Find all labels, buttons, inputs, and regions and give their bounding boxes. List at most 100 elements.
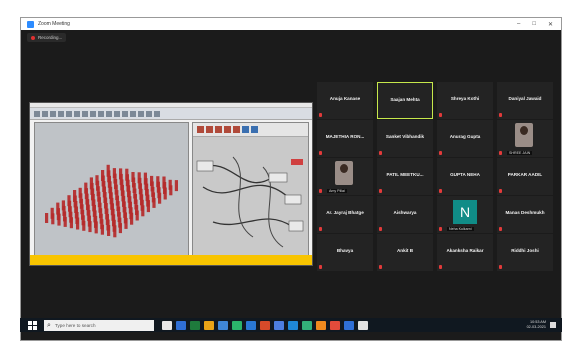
participant-name: PATIL MEETKU... [386, 172, 424, 177]
taskbar-app-icon[interactable] [358, 320, 368, 330]
participant-name: MAJETHIA RON... [325, 134, 365, 139]
recording-label: Recording... [38, 35, 63, 40]
pillar [162, 176, 166, 189]
participant-tile[interactable]: Riddhi Joshi [497, 234, 553, 271]
participant-tile[interactable]: Ankit B [377, 234, 433, 271]
windows-taskbar: ⌕ Type here to search 10:53 AM 02-03-202… [20, 318, 562, 332]
participant-tile[interactable]: Manas Deshmukh [497, 196, 553, 233]
pillar [112, 168, 116, 179]
participant-name: Manas Deshmukh [505, 210, 545, 215]
participant-tile[interactable]: Sanket Vibhandik [377, 120, 433, 157]
participant-tile[interactable]: Shreya Kothi [437, 82, 493, 119]
participant-name: Ankit B [396, 248, 414, 253]
participant-tile[interactable]: Ar. Jayraj Bhatge [317, 196, 373, 233]
window-controls: – □ ✕ [517, 21, 553, 28]
participant-name: Sanket Vibhandik [385, 134, 425, 139]
taskbar-app-icon[interactable] [204, 320, 214, 330]
pillar [73, 190, 77, 202]
maximize-button[interactable]: □ [532, 21, 536, 28]
participant-video-label: Amy Pillai [327, 189, 347, 193]
muted-mic-icon [499, 189, 502, 193]
taskbar-app-icon[interactable] [190, 320, 200, 330]
shared-app-toolbar [30, 108, 312, 120]
taskbar-app-icon[interactable] [330, 320, 340, 330]
close-button[interactable]: ✕ [548, 21, 553, 28]
pillar [56, 202, 60, 215]
pillar [137, 172, 141, 184]
zoom-window: Zoom Meeting – □ ✕ Recording... Anuja Ka… [20, 17, 562, 341]
pillar [156, 176, 160, 188]
participant-tile[interactable]: Saajan Mehta [377, 82, 433, 119]
taskbar-search-input[interactable]: ⌕ Type here to search [44, 319, 154, 331]
search-icon: ⌕ [47, 321, 51, 329]
participant-name: Anurag Gupta [449, 134, 481, 139]
taskbar-app-icon[interactable] [260, 320, 270, 330]
participant-tile[interactable]: PATIL MEETKU... [377, 158, 433, 195]
window-title: Zoom Meeting [38, 21, 70, 27]
participant-tile[interactable]: N Neha Kulkarni [437, 196, 493, 233]
participant-video [335, 161, 353, 185]
muted-mic-icon [319, 189, 322, 193]
minimize-button[interactable]: – [517, 21, 520, 28]
participant-name: PARKAR AADIL [507, 172, 543, 177]
participant-tile[interactable]: Anurag Gupta [437, 120, 493, 157]
participant-tile[interactable]: Akanksha Raikar [437, 234, 493, 271]
grasshopper-toolbar [193, 123, 308, 137]
muted-mic-icon [319, 113, 322, 117]
participant-tile[interactable]: Anuja Kanase [317, 82, 373, 119]
grasshopper-node-graph [196, 156, 304, 248]
participant-name: Bhavya [336, 248, 354, 253]
participant-tile[interactable]: MAJETHIA RON... [317, 120, 373, 157]
participant-tile[interactable]: PARKAR AADIL [497, 158, 553, 195]
pillar [67, 195, 71, 207]
windows-start-icon[interactable] [26, 320, 38, 330]
muted-mic-icon [379, 265, 382, 269]
taskbar-app-icon[interactable] [274, 320, 284, 330]
participant-tile[interactable]: GUPTA NEHA [437, 158, 493, 195]
participant-name: Anuja Kanase [329, 96, 361, 101]
participant-name: Ar. Jayraj Bhatge [326, 210, 364, 215]
taskbar-app-icon[interactable] [316, 320, 326, 330]
participant-tile[interactable]: Aishwarya [377, 196, 433, 233]
participant-tile[interactable]: Daniyal Jawaid [497, 82, 553, 119]
zoom-app-icon [27, 20, 34, 28]
participant-tile[interactable]: Bhavya [317, 234, 373, 271]
participant-initial-avatar: N [453, 200, 477, 224]
muted-mic-icon [439, 151, 442, 155]
pillar [61, 200, 65, 211]
taskbar-app-icon[interactable] [218, 320, 228, 330]
search-placeholder: Type here to search [54, 322, 96, 328]
recording-indicator[interactable]: Recording... [27, 33, 67, 42]
participant-tile[interactable]: Amy Pillai [317, 158, 373, 195]
system-tray: 10:53 AM 02-03-2021 [527, 320, 556, 329]
pillar [150, 175, 154, 186]
muted-mic-icon [319, 265, 322, 269]
taskbar-app-icon[interactable] [162, 320, 172, 330]
muted-mic-icon [439, 189, 442, 193]
participant-gallery: Anuja Kanase Saajan Mehta Shreya Kothi Dani… [317, 82, 557, 274]
participant-name: Shreya Kothi [450, 96, 480, 101]
clock[interactable]: 10:53 AM 02-03-2021 [527, 320, 546, 329]
participant-tile[interactable]: SHREE JAIN [497, 120, 553, 157]
record-dot-icon [31, 35, 35, 40]
participant-name: Daniyal Jawaid [508, 96, 542, 101]
taskbar-app-icon[interactable] [344, 320, 354, 330]
notification-icon[interactable] [550, 322, 556, 328]
taskbar-app-icon[interactable] [288, 320, 298, 330]
pillar [174, 180, 178, 192]
taskbar-app-icon[interactable] [176, 320, 186, 330]
participant-name: GUPTA NEHA [450, 172, 480, 177]
pillar [106, 164, 110, 177]
shared-screen[interactable] [29, 102, 313, 266]
windows-taskbar-in-share [30, 255, 312, 265]
muted-mic-icon [379, 151, 382, 155]
muted-mic-icon [499, 113, 502, 117]
taskbar-app-icon[interactable] [302, 320, 312, 330]
participant-name: Riddhi Joshi [511, 248, 539, 253]
taskbar-app-icon[interactable] [246, 320, 256, 330]
taskbar-app-icon[interactable] [232, 320, 242, 330]
pillar [101, 170, 105, 181]
pillar [95, 175, 99, 186]
pillar [78, 187, 82, 198]
muted-mic-icon [379, 227, 382, 231]
